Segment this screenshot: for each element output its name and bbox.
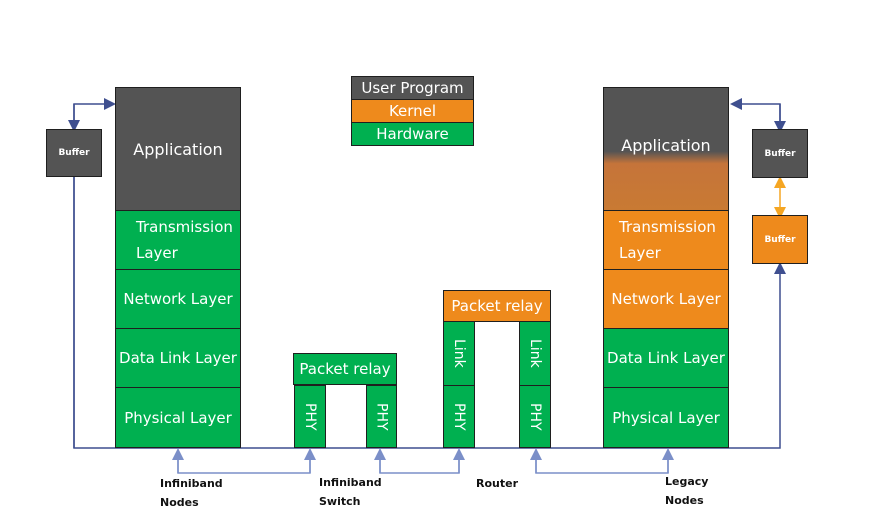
caption-router: Router <box>476 474 518 493</box>
router-link-left: Link <box>443 321 475 386</box>
left-application-layer: Application <box>115 87 241 211</box>
right-physical-layer: Physical Layer <box>603 387 729 448</box>
legend-label: User Program <box>361 79 464 97</box>
caption-line: Nodes <box>160 496 199 509</box>
legend-hardware: Hardware <box>351 122 474 146</box>
buffer-label: Buffer <box>764 234 796 245</box>
layer-label: Layer <box>619 244 661 262</box>
router-phy-right: PHY <box>519 385 551 448</box>
left-buffer: Buffer <box>46 129 102 177</box>
router-link-right: Link <box>519 321 551 386</box>
legend-label: Hardware <box>376 125 449 143</box>
left-network-layer: Network Layer <box>115 269 241 329</box>
layer-label: Application <box>133 139 223 159</box>
router-packet-relay: Packet relay <box>443 290 551 322</box>
buffer-label: Buffer <box>764 148 796 159</box>
caption-infiniband-nodes: Infiniband Nodes <box>160 474 223 512</box>
layer-label: Physical Layer <box>612 408 720 427</box>
phy-label: PHY <box>302 402 318 431</box>
buffer-label: Buffer <box>58 148 90 158</box>
layer-label: Data Link Layer <box>119 349 237 367</box>
caption-infiniband-switch: Infiniband Switch <box>319 473 382 511</box>
router-legacy-connector <box>535 452 669 474</box>
left-datalink-layer: Data Link Layer <box>115 328 241 388</box>
caption-line: Switch <box>319 495 361 508</box>
left-transmission-layer: Transmission Layer <box>115 210 241 270</box>
left-physical-layer: Physical Layer <box>115 387 241 448</box>
phy-label: PHY <box>451 402 467 431</box>
legend-user-program: User Program <box>351 76 474 100</box>
legend-label: Kernel <box>388 102 437 120</box>
phy-label: PHY <box>373 402 390 431</box>
switch-packet-relay: Packet relay <box>293 353 397 385</box>
layer-label: Network Layer <box>611 290 721 308</box>
layer-label: Layer <box>136 244 178 262</box>
layer-label: Transmission <box>619 218 716 236</box>
right-transmission-layer: Transmission Layer <box>603 210 729 270</box>
router-phy-left: PHY <box>443 385 475 448</box>
right-application-layer: Application <box>603 87 729 211</box>
right-buffer-kernel: Buffer <box>752 215 808 264</box>
layer-label: Data Link Layer <box>607 349 725 367</box>
switch-phy-left: PHY <box>294 385 326 448</box>
link-label: Link <box>451 339 467 368</box>
layer-label: Application <box>621 136 711 155</box>
caption-line: Infiniband <box>319 476 382 489</box>
left-buffer-app-arrow <box>73 98 116 127</box>
node-switch-connector <box>177 452 311 474</box>
right-buffer-app-arrow <box>730 98 781 128</box>
caption-line: Router <box>476 477 519 490</box>
switch-router-connector <box>379 452 460 474</box>
layer-label: Physical Layer <box>124 408 232 427</box>
right-network-layer: Network Layer <box>603 269 729 329</box>
switch-phy-right: PHY <box>366 385 397 448</box>
layer-label: Transmission <box>136 218 233 236</box>
right-datalink-layer: Data Link Layer <box>603 328 729 388</box>
caption-line: Nodes <box>665 494 704 507</box>
legend-kernel: Kernel <box>351 99 474 123</box>
relay-label: Packet relay <box>299 360 391 378</box>
layer-label: Network Layer <box>123 290 233 308</box>
caption-legacy-nodes: Legacy Nodes <box>665 472 708 510</box>
right-buffer-user: Buffer <box>752 129 808 178</box>
caption-line: Infiniband <box>160 477 223 490</box>
caption-line: Legacy <box>665 475 709 488</box>
relay-label: Packet relay <box>451 297 543 315</box>
phy-label: PHY <box>527 402 543 431</box>
link-label: Link <box>527 339 543 368</box>
